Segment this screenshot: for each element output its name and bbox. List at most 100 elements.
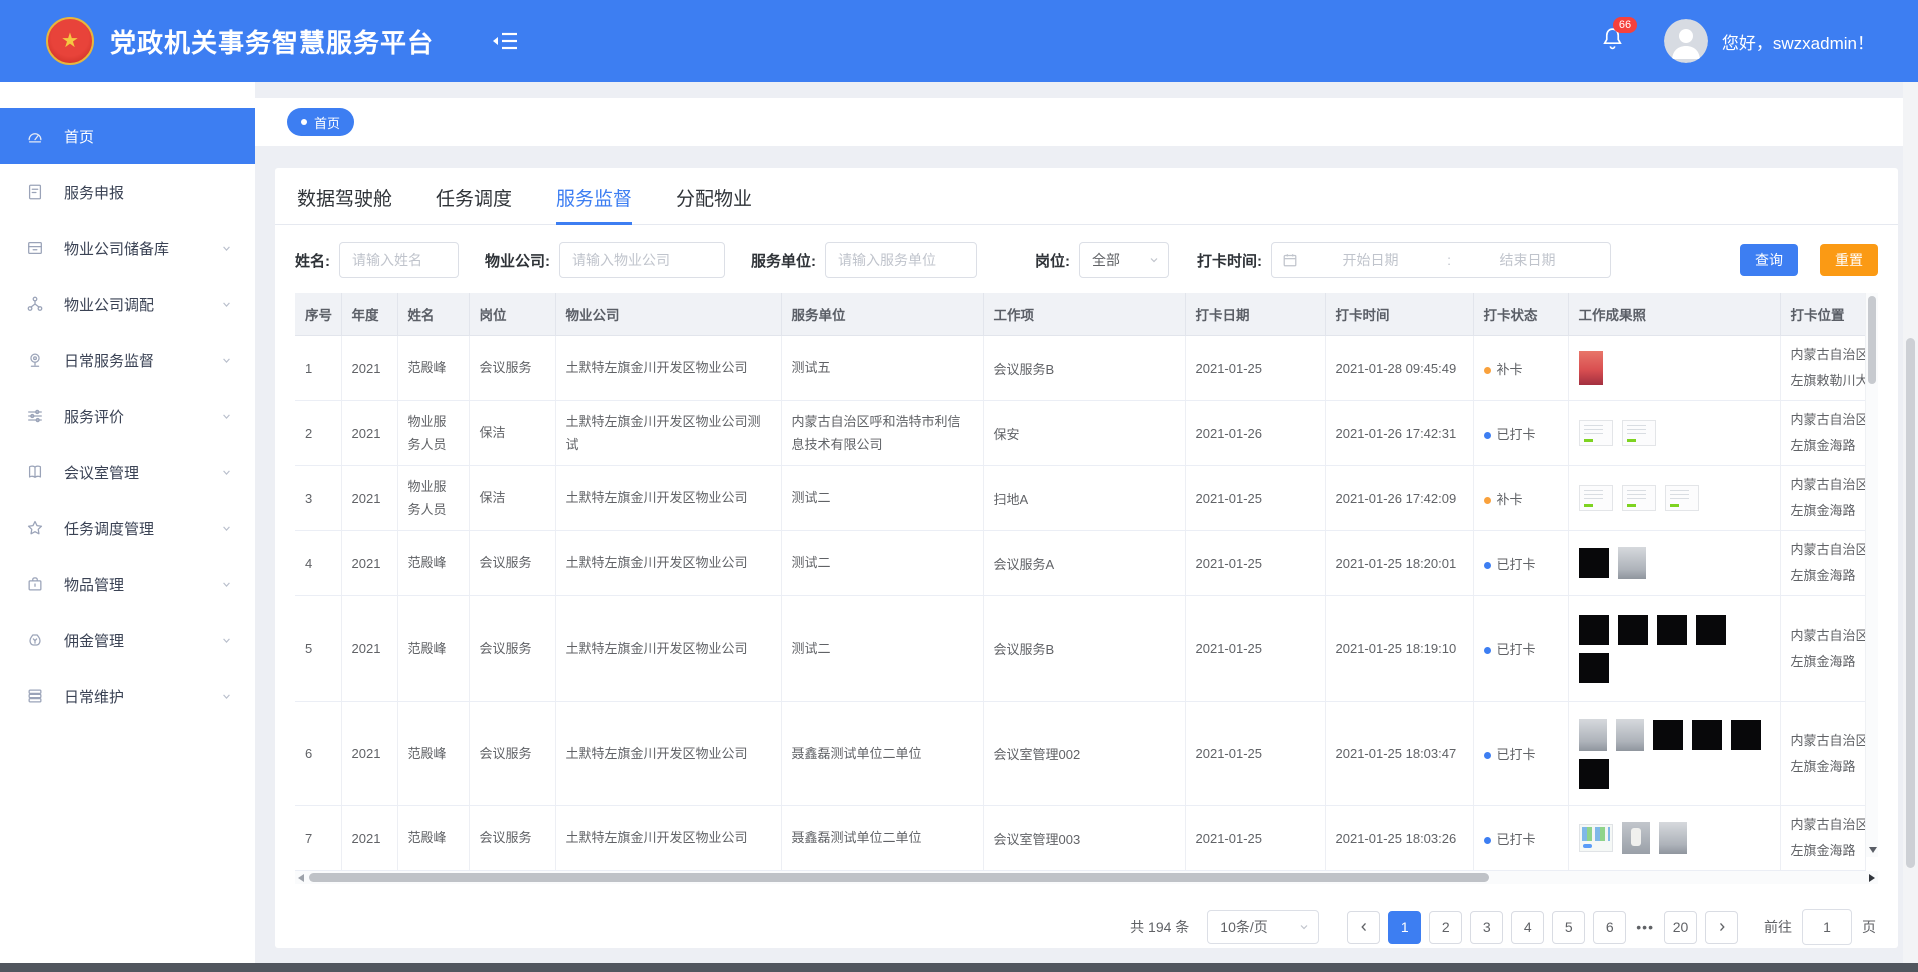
bottom-bar xyxy=(0,963,1918,972)
doc-thumbnail[interactable] xyxy=(1579,485,1613,511)
unit-filter-input[interactable] xyxy=(825,242,977,278)
cell-name: 范殿峰 xyxy=(397,806,469,871)
tab-data-cockpit[interactable]: 数据驾驶舱 xyxy=(297,184,392,224)
cell-check-location: 内蒙古自治区呼和左旗敕勒川大街 xyxy=(1780,336,1865,401)
search-button[interactable]: 查询 xyxy=(1740,244,1798,276)
black-thumbnail[interactable] xyxy=(1696,615,1726,645)
browser-scrollbar[interactable] xyxy=(1903,82,1918,963)
black-thumbnail[interactable] xyxy=(1579,759,1609,789)
tab-task-dispatch[interactable]: 任务调度 xyxy=(436,184,512,224)
table-horizontal-scrollbar[interactable] xyxy=(295,871,1878,884)
sidebar-item-meeting-room-management[interactable]: 会议室管理 xyxy=(0,444,255,500)
name-filter-input[interactable] xyxy=(339,242,459,278)
next-page-button[interactable] xyxy=(1705,911,1738,944)
sidebar-item-daily-service-supervision[interactable]: 日常服务监督 xyxy=(0,332,255,388)
sidebar-item-service-evaluation[interactable]: 服务评价 xyxy=(0,388,255,444)
sidebar-item-daily-maintenance[interactable]: 日常维护 xyxy=(0,668,255,724)
prev-page-button[interactable] xyxy=(1347,911,1380,944)
gray-photo-thumbnail[interactable] xyxy=(1659,822,1687,854)
table-row[interactable]: 22021物业服务人员保洁土默特左旗金川开发区物业公司测试内蒙古自治区呼和浩特市… xyxy=(295,401,1865,466)
doc-thumbnail[interactable] xyxy=(1622,420,1656,446)
sidebar-item-label: 服务申报 xyxy=(64,182,255,203)
doc-thumbnail[interactable] xyxy=(1665,485,1699,511)
column-header: 工作成果照 xyxy=(1568,293,1780,336)
cell-year: 2021 xyxy=(341,702,397,806)
sidebar-item-commission-management[interactable]: 佣金管理 xyxy=(0,612,255,668)
calendar-thumbnail[interactable] xyxy=(1579,824,1613,852)
pagination-total: 共 194 条 xyxy=(1130,917,1189,937)
gray-photo-thumbnail[interactable] xyxy=(1618,547,1646,579)
cell-check-time: 2021-01-25 18:19:10 xyxy=(1325,596,1473,702)
scrollbar-thumb[interactable] xyxy=(1868,296,1876,384)
cell-check-time: 2021-01-25 18:20:01 xyxy=(1325,531,1473,596)
chevron-down-icon xyxy=(220,690,233,703)
page-number-button[interactable]: 1 xyxy=(1388,911,1421,944)
black-thumbnail[interactable] xyxy=(1618,615,1648,645)
table-zone: 序号年度姓名岗位物业公司服务单位工作项打卡日期打卡时间打卡状态工作成果照打卡位置… xyxy=(295,293,1878,871)
notification-bell-icon[interactable]: 66 xyxy=(1601,26,1624,56)
black-thumbnail[interactable] xyxy=(1731,720,1761,750)
sidebar-item-property-company-dispatch[interactable]: 物业公司调配 xyxy=(0,276,255,332)
black-thumbnail[interactable] xyxy=(1579,653,1609,683)
page-size-select[interactable]: 10条/页 xyxy=(1207,910,1319,944)
sidebar-item-task-dispatch-management[interactable]: 任务调度管理 xyxy=(0,500,255,556)
reset-button[interactable]: 重置 xyxy=(1820,244,1878,276)
cell-company: 土默特左旗金川开发区物业公司 xyxy=(555,531,781,596)
page-size-value: 10条/页 xyxy=(1220,917,1298,937)
page-number-button[interactable]: 6 xyxy=(1593,911,1626,944)
page-number-button[interactable]: 3 xyxy=(1470,911,1503,944)
cell-task: 保安 xyxy=(983,401,1185,466)
scroll-left-arrow-icon[interactable] xyxy=(298,874,304,882)
table-row[interactable]: 52021范殿峰会议服务土默特左旗金川开发区物业公司测试二会议服务B2021-0… xyxy=(295,596,1865,702)
scrollbar-thumb[interactable] xyxy=(1906,338,1915,868)
sidebar-item-service-declare[interactable]: 服务申报 xyxy=(0,164,255,220)
sidebar-item-goods-management[interactable]: 物品管理 xyxy=(0,556,255,612)
gray-photo-thumbnail[interactable] xyxy=(1579,719,1607,751)
cell-task: 会议室管理003 xyxy=(983,806,1185,871)
breadcrumb-label: 首页 xyxy=(314,113,340,132)
scroll-right-arrow-icon[interactable] xyxy=(1869,874,1875,882)
table-row[interactable]: 42021范殿峰会议服务土默特左旗金川开发区物业公司测试二会议服务A2021-0… xyxy=(295,531,1865,596)
user-avatar[interactable] xyxy=(1664,19,1708,63)
pagination-ellipsis[interactable]: ••• xyxy=(1636,919,1654,935)
status-text: 补卡 xyxy=(1497,492,1523,507)
menu-collapse-icon[interactable] xyxy=(492,31,518,51)
scroll-down-arrow-icon[interactable] xyxy=(1869,847,1877,853)
doc-thumbnail[interactable] xyxy=(1622,485,1656,511)
tab-service-supervision[interactable]: 服务监督 xyxy=(556,184,632,224)
black-thumbnail[interactable] xyxy=(1579,548,1609,578)
table-row[interactable]: 32021物业服务人员保洁土默特左旗金川开发区物业公司测试二扫地A2021-01… xyxy=(295,466,1865,531)
national-emblem-logo: ★ xyxy=(46,17,94,65)
cell-year: 2021 xyxy=(341,806,397,871)
page-number-button[interactable]: 2 xyxy=(1429,911,1462,944)
table-row[interactable]: 12021范殿峰会议服务土默特左旗金川开发区物业公司测试五会议服务B2021-0… xyxy=(295,336,1865,401)
gray-photo-thumbnail[interactable] xyxy=(1616,719,1644,751)
page: ★ 党政机关事务智慧服务平台 66 您好，swzxadmin！ 首页服务申报物业… xyxy=(0,0,1918,972)
table-vertical-scrollbar[interactable] xyxy=(1865,293,1878,857)
cell-company: 土默特左旗金川开发区物业公司 xyxy=(555,466,781,531)
page-number-button[interactable]: 20 xyxy=(1664,911,1697,944)
page-number-button[interactable]: 4 xyxy=(1511,911,1544,944)
breadcrumb-pill[interactable]: 首页 xyxy=(287,108,354,136)
table-row[interactable]: 62021范殿峰会议服务土默特左旗金川开发区物业公司聂鑫磊测试单位二单位会议室管… xyxy=(295,702,1865,806)
table-row[interactable]: 72021范殿峰会议服务土默特左旗金川开发区物业公司聂鑫磊测试单位二单位会议室管… xyxy=(295,806,1865,871)
doc-thumbnail[interactable] xyxy=(1579,420,1613,446)
black-thumbnail[interactable] xyxy=(1692,720,1722,750)
black-thumbnail[interactable] xyxy=(1657,615,1687,645)
column-header: 年度 xyxy=(341,293,397,336)
time-range-picker[interactable]: 开始日期 : 结束日期 xyxy=(1271,242,1611,278)
red-sunset-thumbnail[interactable] xyxy=(1579,351,1603,385)
chevron-down-icon xyxy=(1148,254,1160,266)
tab-assign-property[interactable]: 分配物业 xyxy=(676,184,752,224)
page-number-button[interactable]: 5 xyxy=(1552,911,1585,944)
table-body: 12021范殿峰会议服务土默特左旗金川开发区物业公司测试五会议服务B2021-0… xyxy=(295,336,1865,871)
sidebar-item-property-company-reserve[interactable]: 物业公司储备库 xyxy=(0,220,255,276)
sidebar-item-home[interactable]: 首页 xyxy=(0,108,255,164)
goto-page-input[interactable] xyxy=(1802,909,1852,945)
black-thumbnail[interactable] xyxy=(1579,615,1609,645)
black-thumbnail[interactable] xyxy=(1653,720,1683,750)
company-filter-input[interactable] xyxy=(559,242,725,278)
person-thumbnail[interactable] xyxy=(1622,822,1650,854)
post-filter-select[interactable]: 全部 xyxy=(1079,242,1169,278)
scrollbar-thumb[interactable] xyxy=(309,873,1489,882)
